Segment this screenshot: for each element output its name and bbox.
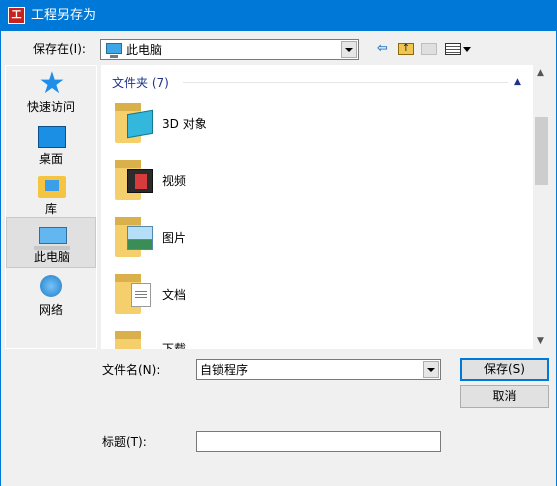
library-icon	[38, 176, 66, 198]
place-label: 此电脑	[33, 250, 70, 264]
window-title: 工程另存为	[31, 8, 97, 23]
folder-icon	[115, 331, 141, 349]
save-button[interactable]: 保存(S)	[460, 358, 549, 381]
place-network[interactable]: 网络	[6, 269, 96, 320]
new-folder-icon[interactable]	[421, 43, 437, 55]
cancel-button[interactable]: 取消	[460, 385, 549, 408]
videos-folder-icon	[127, 169, 153, 193]
place-this-pc[interactable]: 此电脑	[6, 217, 96, 268]
folder-name: 文档	[162, 288, 187, 302]
scroll-down-arrow-icon[interactable]: ▼	[537, 337, 544, 346]
place-library[interactable]: 库	[6, 168, 96, 219]
scrollbar-thumb[interactable]	[535, 117, 548, 185]
place-label: 网络	[38, 303, 63, 317]
group-header[interactable]: 文件夹 (7)	[112, 75, 169, 91]
desktop-icon	[38, 126, 66, 148]
filename-label: 文件名(N):	[102, 363, 161, 377]
documents-folder-icon	[131, 283, 151, 307]
up-folder-icon[interactable]: ↑	[398, 43, 414, 55]
folder-item-documents[interactable]: 文档	[115, 272, 415, 320]
quick-access-star-icon: ★	[38, 66, 66, 101]
place-label: 库	[44, 202, 57, 216]
scroll-up-arrow-icon[interactable]: ▲	[537, 69, 544, 78]
group-divider	[183, 82, 508, 83]
network-icon	[40, 275, 62, 297]
computer-icon	[106, 43, 122, 58]
place-label: 快速访问	[26, 100, 75, 114]
folder-item-pictures[interactable]: 图片	[115, 215, 415, 263]
folder-name: 视频	[162, 174, 187, 188]
chevron-down-icon[interactable]	[423, 361, 439, 378]
pictures-folder-icon	[127, 226, 153, 250]
chevron-down-icon[interactable]	[341, 41, 357, 58]
back-arrow-icon[interactable]: ⇦	[377, 40, 388, 58]
folder-name: 下载	[162, 342, 187, 349]
save-in-label: 保存在(I):	[33, 42, 86, 56]
location-dropdown[interactable]: 此电脑	[100, 39, 359, 60]
place-desktop[interactable]: 桌面	[6, 118, 96, 169]
filename-combobox[interactable]: 自锁程序	[196, 359, 441, 380]
chevron-up-icon[interactable]: ▲	[514, 76, 521, 88]
view-menu-caret-icon[interactable]	[463, 47, 471, 52]
filename-value[interactable]: 自锁程序	[200, 362, 248, 378]
vertical-scrollbar[interactable]: ▲ ▼	[533, 65, 550, 349]
window-border-left	[0, 31, 1, 486]
places-bar: ★ 快速访问 桌面 库 此电脑 网络	[5, 65, 97, 349]
view-menu-icon[interactable]	[445, 43, 461, 55]
place-label: 桌面	[38, 152, 63, 166]
folder-item-3d-objects[interactable]: 3D 对象	[115, 101, 415, 149]
app-logo-icon: 工	[8, 7, 25, 24]
location-value: 此电脑	[126, 43, 163, 57]
file-list: 文件夹 (7) ▲ 3D 对象 视频 图片 文档 下载	[101, 65, 533, 349]
folder-item-downloads[interactable]: 下载	[115, 329, 415, 349]
3d-objects-folder-icon	[127, 109, 153, 139]
folder-name: 3D 对象	[162, 117, 207, 131]
title-input[interactable]	[196, 431, 441, 452]
title-label: 标题(T):	[102, 435, 147, 449]
this-pc-icon	[34, 227, 70, 250]
place-quick-access[interactable]: ★ 快速访问	[6, 66, 96, 117]
folder-name: 图片	[162, 231, 187, 245]
folder-item-videos[interactable]: 视频	[115, 158, 415, 206]
title-bar: 工 工程另存为	[0, 0, 557, 31]
